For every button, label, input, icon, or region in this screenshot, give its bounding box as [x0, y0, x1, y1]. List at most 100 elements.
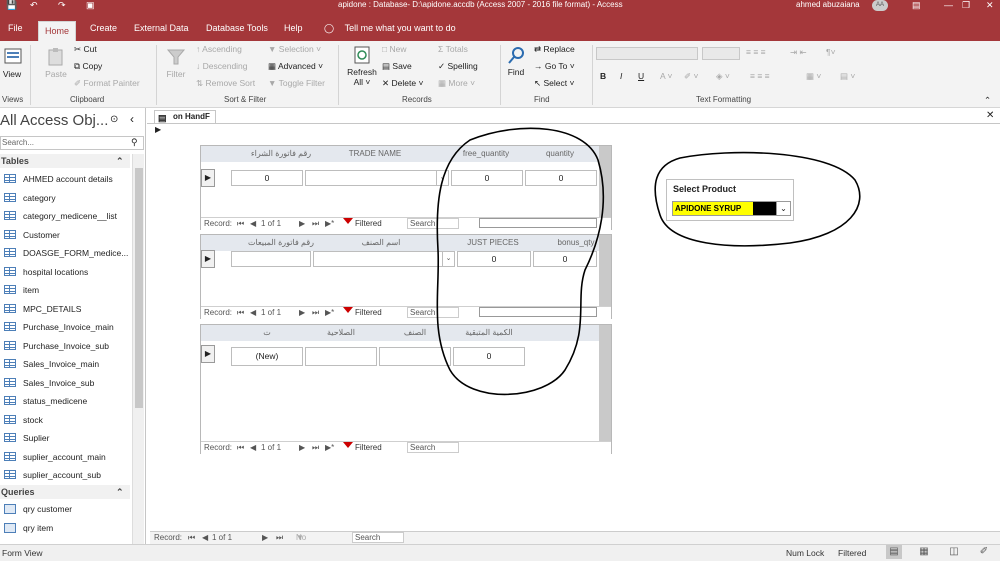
fill-color-icon[interactable]: ◈ ˅	[716, 71, 730, 82]
tell-me-box[interactable]: ◯ Tell me what you want to do	[324, 19, 456, 37]
nav-query-item[interactable]: qry item	[0, 519, 132, 537]
sales-invoice-field[interactable]	[231, 251, 311, 267]
last-record-icon[interactable]: ⏭	[312, 218, 319, 230]
subform-scrollbar[interactable]	[599, 146, 611, 217]
user-name[interactable]: ahmed abuzaiana	[796, 0, 860, 10]
horizontal-scrollbar[interactable]	[479, 307, 597, 317]
close-window-icon[interactable]: ✕	[986, 0, 994, 10]
item-name-combo[interactable]: ⌄	[313, 251, 455, 267]
alternate-row-icon[interactable]: ▤ ˅	[840, 71, 855, 82]
bold-button[interactable]: B	[600, 71, 606, 81]
last-record-icon[interactable]: ⏭	[312, 442, 319, 454]
record-selector[interactable]: ▶	[201, 169, 215, 187]
gridlines-icon[interactable]: ▦ ˅	[806, 71, 821, 82]
nav-table-item[interactable]: suplier_account_sub	[0, 466, 132, 484]
last-record-icon[interactable]: ⏭	[276, 532, 283, 544]
align-icon[interactable]: ≡ ≡ ≡	[750, 71, 770, 81]
close-document-icon[interactable]: ✕	[986, 110, 994, 121]
replace-button[interactable]: ⇄ Replace	[534, 44, 575, 55]
expiry-field[interactable]	[305, 347, 377, 366]
minimize-icon[interactable]: —	[944, 0, 953, 10]
list-buttons-icon[interactable]: ≡ ≡ ≡	[746, 47, 766, 57]
more-button[interactable]: ▦ More ˅	[438, 78, 475, 89]
ascending-button[interactable]: ↑ Ascending	[196, 44, 242, 54]
save-icon[interactable]: 💾	[6, 0, 17, 10]
nav-table-item[interactable]: Suplier	[0, 429, 132, 447]
nav-table-item[interactable]: Customer	[0, 226, 132, 244]
record-position[interactable]: 1 of 1	[261, 442, 281, 454]
new-record-icon[interactable]: ▶*	[325, 307, 334, 319]
ribbon-display-icon[interactable]: ▤	[912, 0, 921, 10]
record-selector-icon[interactable]: ▶	[155, 125, 161, 134]
new-record-icon[interactable]: ▶*	[325, 442, 334, 454]
nav-table-item[interactable]: item	[0, 281, 132, 299]
first-record-icon[interactable]: ⏮	[237, 307, 244, 319]
nav-section-tables[interactable]: Tables ⌃	[0, 154, 130, 168]
datasheet-view-icon[interactable]: ▦	[916, 545, 932, 559]
spelling-button[interactable]: ✓ Spelling	[438, 61, 478, 72]
tab-file[interactable]: File	[2, 19, 29, 41]
prev-record-icon[interactable]: ◀	[202, 532, 208, 544]
tab-help[interactable]: Help	[278, 19, 309, 41]
document-tab[interactable]: ▤ on HandF	[154, 110, 216, 123]
prev-record-icon[interactable]: ◀	[250, 218, 256, 230]
nav-table-item[interactable]: DOASGE_FORM_medice...	[0, 244, 132, 262]
nav-table-item[interactable]: category_medicene__list	[0, 207, 132, 225]
product-combo[interactable]: APIDONE SYRUP ⌄	[672, 201, 791, 216]
first-record-icon[interactable]: ⏮	[237, 442, 244, 454]
chevron-down-icon[interactable]: ⌄	[436, 171, 448, 185]
filter-button[interactable]: Filter	[164, 47, 188, 79]
nav-search-box[interactable]: Search	[407, 307, 459, 318]
nav-query-item[interactable]: qry customer	[0, 500, 132, 518]
cut-button[interactable]: ✂ Cut	[74, 44, 97, 55]
advanced-button[interactable]: ▦ Advanced ˅	[268, 61, 323, 72]
select-button[interactable]: ↖ Select ˅	[534, 78, 574, 89]
undo-icon[interactable]: ↶	[30, 0, 38, 10]
nav-search-box[interactable]: Search	[407, 218, 459, 229]
next-record-icon[interactable]: ▶	[299, 307, 305, 319]
toggle-filter-button[interactable]: ▼ Toggle Filter	[268, 78, 325, 88]
quick-access-icon[interactable]: ▣	[86, 0, 95, 10]
subform-scrollbar[interactable]	[599, 235, 611, 306]
just-pieces-field[interactable]: 0	[457, 251, 531, 267]
bonus-qty-field[interactable]: 0	[533, 251, 597, 267]
first-record-icon[interactable]: ⏮	[237, 218, 244, 230]
prev-record-icon[interactable]: ◀	[250, 307, 256, 319]
tab-home[interactable]: Home	[38, 21, 77, 41]
avatar[interactable]: AA	[872, 0, 888, 11]
delete-record-button[interactable]: ✕ Delete ˅	[382, 78, 423, 89]
view-button[interactable]: View	[2, 47, 22, 79]
nav-table-item[interactable]: stock	[0, 411, 132, 429]
trade-name-combo[interactable]: ⌄	[305, 170, 449, 186]
quantity-field[interactable]: 0	[525, 170, 597, 186]
italic-button[interactable]: I	[620, 71, 622, 81]
nav-table-item[interactable]: Sales_Invoice_sub	[0, 374, 132, 392]
free-quantity-field[interactable]: 0	[451, 170, 523, 186]
highlight-icon[interactable]: ✐ ˅	[684, 71, 698, 82]
nav-menu-icon[interactable]: ⊙	[110, 114, 118, 125]
nav-table-item[interactable]: Sales_Invoice_main	[0, 355, 132, 373]
save-record-button[interactable]: ▤ Save	[382, 61, 412, 72]
first-record-icon[interactable]: ⏮	[188, 532, 195, 544]
nav-table-item[interactable]: suplier_account_main	[0, 448, 132, 466]
horizontal-scrollbar[interactable]	[479, 218, 597, 228]
nav-pane-title[interactable]: All Access Obj...	[0, 112, 108, 129]
form-view-icon[interactable]: ▤	[886, 545, 902, 559]
remaining-qty-field[interactable]: 0	[453, 347, 525, 366]
find-button[interactable]: Find	[504, 45, 528, 77]
paragraph-direction-icon[interactable]: ¶˅	[826, 47, 836, 57]
chevron-down-icon[interactable]: ⌄	[442, 252, 454, 266]
collapse-icon[interactable]: ⌃	[116, 154, 124, 168]
restore-icon[interactable]: ❐	[962, 0, 970, 10]
nav-scrollbar-thumb[interactable]	[135, 168, 143, 408]
shutter-bar-icon[interactable]: ‹	[130, 112, 134, 126]
nav-search-box[interactable]: Search	[407, 442, 459, 453]
next-record-icon[interactable]: ▶	[262, 532, 268, 544]
nav-search-input[interactable]: Search...	[0, 136, 144, 150]
search-icon[interactable]: ⚲	[131, 137, 138, 148]
nav-scrollbar[interactable]	[132, 154, 144, 544]
nav-pane-header[interactable]: All Access Obj... ⊙ ‹	[0, 110, 146, 132]
item-field[interactable]	[379, 347, 451, 366]
font-size-box[interactable]	[702, 47, 740, 60]
design-view-icon[interactable]: ✐	[976, 545, 992, 559]
